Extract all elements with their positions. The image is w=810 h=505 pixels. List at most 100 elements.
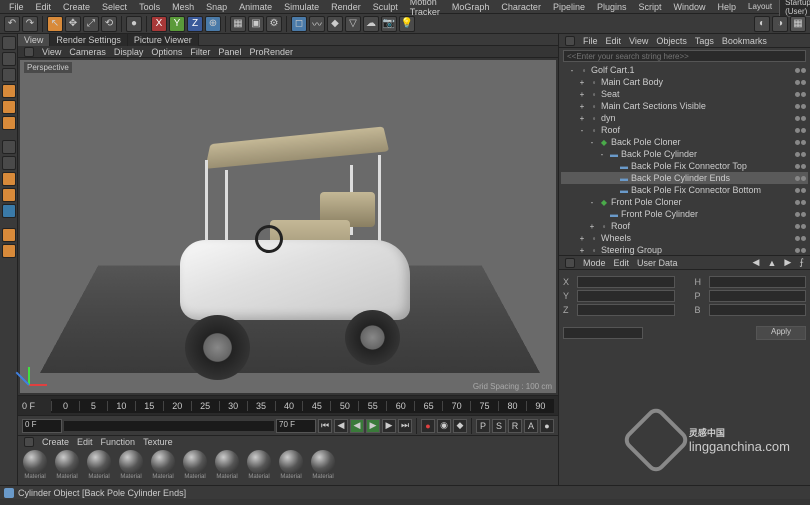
keyframe-sel[interactable]: ◆ — [453, 419, 467, 433]
visibility-render-dot[interactable] — [801, 128, 806, 133]
snap-toggle[interactable] — [2, 172, 16, 186]
visibility-render-dot[interactable] — [801, 224, 806, 229]
visibility-editor-dot[interactable] — [795, 212, 800, 217]
axis-x-toggle[interactable]: X — [151, 16, 167, 32]
menu-pipeline[interactable]: Pipeline — [548, 2, 590, 12]
visibility-render-dot[interactable] — [801, 116, 806, 121]
material-slot[interactable]: Material — [276, 450, 306, 483]
axis-y-toggle[interactable]: Y — [169, 16, 185, 32]
menu-character[interactable]: Character — [496, 2, 546, 12]
poly-mode[interactable] — [2, 116, 16, 130]
menu-help[interactable]: Help — [713, 2, 742, 12]
render-region[interactable]: ▣ — [248, 16, 264, 32]
tick[interactable]: 80 — [498, 401, 526, 411]
tick[interactable]: 75 — [470, 401, 498, 411]
attr-function[interactable]: ⨍ — [799, 257, 804, 268]
material-slot[interactable]: Material — [244, 450, 274, 483]
visibility-render-dot[interactable] — [801, 140, 806, 145]
material-slot[interactable]: Material — [148, 450, 178, 483]
expand-icon[interactable]: - — [597, 149, 607, 159]
mat-create[interactable]: Create — [42, 437, 69, 447]
expand-icon[interactable]: + — [577, 89, 587, 99]
material-slot[interactable]: Material — [212, 450, 242, 483]
tree-row[interactable]: +◦Wheels — [561, 232, 808, 244]
locked-workplane[interactable] — [2, 204, 16, 218]
menu-window[interactable]: Window — [669, 2, 711, 12]
add-generator[interactable]: ◆ — [327, 16, 343, 32]
point-mode[interactable] — [2, 84, 16, 98]
tree-row[interactable]: -◦Roof — [561, 124, 808, 136]
step-back[interactable]: ◀ — [334, 419, 348, 433]
expand-icon[interactable]: + — [577, 113, 587, 123]
tree-row[interactable]: ▬Back Pole Cylinder Ends — [561, 172, 808, 184]
current-frame[interactable]: 0 F — [22, 419, 62, 433]
visibility-render-dot[interactable] — [801, 68, 806, 73]
scale-tool[interactable]: ⤢ — [83, 16, 99, 32]
expand-icon[interactable]: - — [567, 65, 577, 75]
coord-system[interactable]: ⊕ — [205, 16, 221, 32]
visibility-editor-dot[interactable] — [795, 164, 800, 169]
coord-p-field[interactable] — [709, 290, 807, 302]
enable-axis[interactable] — [2, 140, 16, 154]
visibility-render-dot[interactable] — [801, 248, 806, 253]
menu-motion-tracker[interactable]: Motion Tracker — [405, 0, 445, 17]
end-frame[interactable]: 70 F — [276, 419, 316, 433]
visibility-editor-dot[interactable] — [795, 104, 800, 109]
menu-script[interactable]: Script — [634, 2, 667, 12]
tick[interactable]: 5 — [79, 401, 107, 411]
tick[interactable]: 30 — [219, 401, 247, 411]
tree-row[interactable]: +◦Main Cart Body — [561, 76, 808, 88]
add-spline[interactable]: 〰 — [309, 16, 325, 32]
menu-mesh[interactable]: Mesh — [167, 2, 199, 12]
layout-selector[interactable]: Startup (User) — [779, 0, 810, 17]
key-scale[interactable]: S — [492, 419, 506, 433]
attr-userdata[interactable]: User Data — [637, 258, 678, 268]
tick[interactable]: 90 — [526, 401, 554, 411]
coord-z-field[interactable] — [577, 304, 675, 316]
om-edit[interactable]: Edit — [606, 36, 622, 46]
tree-row[interactable]: +◦Seat — [561, 88, 808, 100]
workplane-mode[interactable] — [2, 68, 16, 82]
key-rot[interactable]: R — [508, 419, 522, 433]
tick[interactable]: 60 — [386, 401, 414, 411]
material-slot[interactable]: Material — [308, 450, 338, 483]
texture-mode[interactable] — [2, 52, 16, 66]
attr-dropdown[interactable] — [563, 327, 643, 339]
visibility-editor-dot[interactable] — [795, 176, 800, 181]
rotate-tool[interactable]: ⟲ — [101, 16, 117, 32]
om-view[interactable]: View — [629, 36, 648, 46]
menu-simulate[interactable]: Simulate — [279, 2, 324, 12]
attr-mode[interactable]: Mode — [583, 258, 606, 268]
object-tree[interactable]: -◦Golf Cart.1+◦Main Cart Body+◦Seat+◦Mai… — [559, 62, 810, 255]
move-tool[interactable]: ✥ — [65, 16, 81, 32]
visibility-editor-dot[interactable] — [795, 188, 800, 193]
menu-mograph[interactable]: MoGraph — [447, 2, 495, 12]
tweak-mode[interactable] — [2, 244, 16, 258]
mat-function[interactable]: Function — [101, 437, 136, 447]
visibility-editor-dot[interactable] — [795, 80, 800, 85]
autokey[interactable]: ◉ — [437, 419, 451, 433]
material-slot[interactable]: Material — [84, 450, 114, 483]
tick[interactable]: 10 — [107, 401, 135, 411]
visibility-render-dot[interactable] — [801, 80, 806, 85]
add-light[interactable]: 💡 — [399, 16, 415, 32]
expand-icon[interactable]: - — [587, 197, 597, 207]
tree-row[interactable]: ▬Front Pole Cylinder — [561, 208, 808, 220]
search-input[interactable] — [563, 50, 806, 62]
snap-settings[interactable] — [2, 188, 16, 202]
tick[interactable]: 20 — [163, 401, 191, 411]
visibility-render-dot[interactable] — [801, 212, 806, 217]
tick[interactable]: 25 — [191, 401, 219, 411]
expand-icon[interactable]: + — [577, 245, 587, 255]
tree-row[interactable]: ▬Back Pole Fix Connector Bottom — [561, 184, 808, 196]
visibility-editor-dot[interactable] — [795, 92, 800, 97]
expand-icon[interactable]: + — [587, 221, 597, 231]
toggle-c[interactable]: ▦ — [790, 16, 806, 32]
coord-y-field[interactable] — [577, 290, 675, 302]
timeline-slider[interactable] — [64, 421, 274, 431]
mat-texture[interactable]: Texture — [143, 437, 173, 447]
expand-icon[interactable] — [607, 185, 617, 195]
attr-edit[interactable]: Edit — [614, 258, 630, 268]
tick[interactable]: 70 — [442, 401, 470, 411]
tab-view[interactable]: View — [18, 34, 50, 46]
